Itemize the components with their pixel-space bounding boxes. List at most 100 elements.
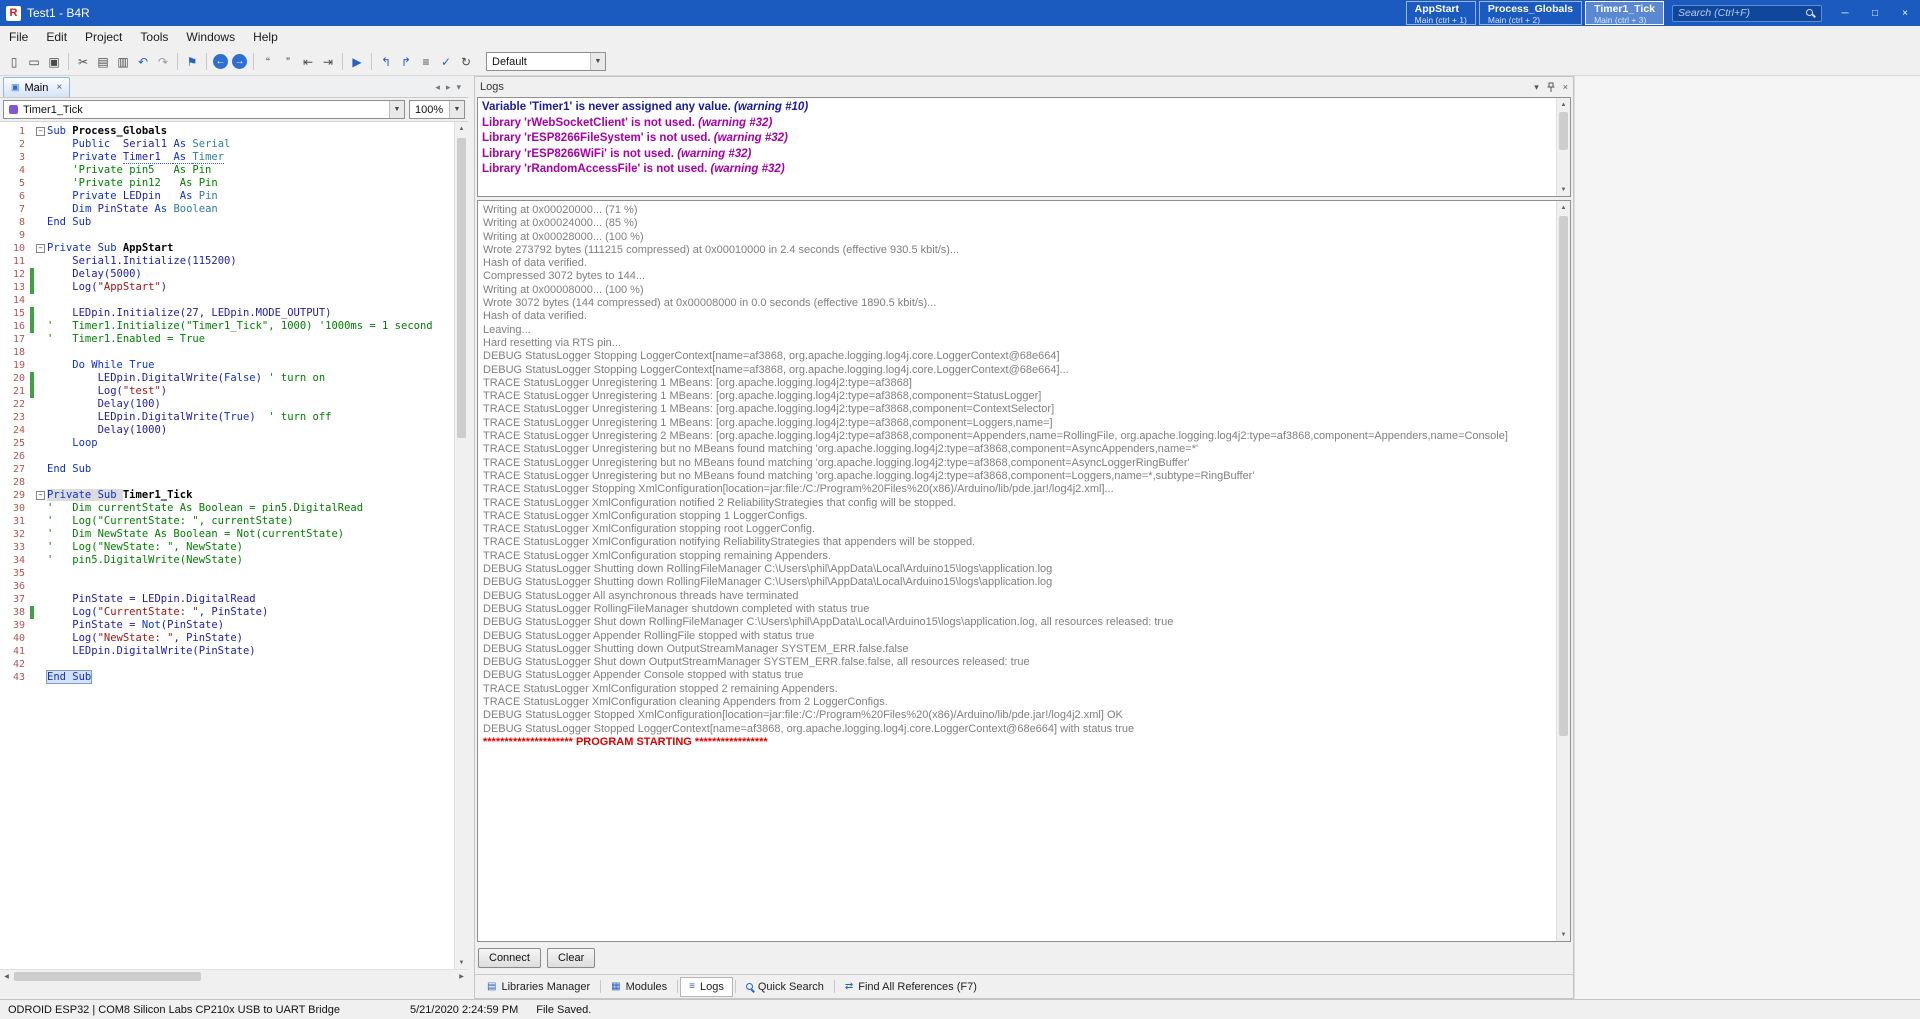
code-text[interactable]: ' Dim NewState As Boolean = Not(currentS… [47, 528, 344, 541]
chevron-down-icon[interactable]: ▾ [1534, 82, 1539, 93]
goto-previous-sub-icon[interactable]: ↰ [376, 52, 396, 72]
close-pane-icon[interactable]: × [1563, 82, 1568, 92]
compile-check-icon[interactable]: ✓ [436, 52, 456, 72]
scroll-up-icon[interactable]: ▲ [1557, 98, 1570, 111]
code-text[interactable]: Private Timer1 As Timer [47, 151, 225, 164]
log-output-scrollbar[interactable]: ▲ ▼ [1556, 201, 1570, 941]
member-navigator-select[interactable]: Timer1_Tick ▼ [3, 100, 405, 119]
code-text[interactable]: Log("test") [47, 385, 168, 398]
code-text[interactable]: End Sub [47, 463, 91, 476]
open-project-icon[interactable]: ▭ [24, 52, 44, 72]
menu-icon[interactable]: ≡ [416, 52, 436, 72]
menu-edit[interactable]: Edit [37, 26, 76, 48]
code-text[interactable]: LEDpin.DigitalWrite(True) ' turn off [47, 411, 332, 424]
tab-close-icon[interactable]: × [56, 82, 62, 93]
code-text[interactable]: Log("CurrentState: ", PinState) [47, 606, 268, 619]
connect-button[interactable]: Connect [478, 948, 541, 968]
log-output[interactable]: Writing at 0x00020000... (71 %) Writing a… [477, 200, 1571, 942]
search-input[interactable] [1672, 4, 1822, 22]
code-text[interactable]: ' Log("CurrentState: ", currentState) [47, 515, 294, 528]
warning-item[interactable]: Library 'rRandomAccessFile' is not used.… [482, 162, 1552, 178]
code-text[interactable]: ' Timer1.Initialize("Timer1_Tick", 1000)… [47, 320, 433, 333]
code-text[interactable]: 'Private pin5 As Pin [47, 164, 211, 177]
code-text[interactable]: Private Sub AppStart [47, 242, 173, 255]
close-button[interactable]: × [1890, 0, 1920, 26]
bottom-tab-logs[interactable]: ≡ Logs [680, 976, 733, 997]
bottom-tab-find-all-references-f7[interactable]: ⇄ Find All References (F7) [837, 977, 985, 997]
menu-file[interactable]: File [0, 26, 37, 48]
undo-icon[interactable]: ↶ [133, 52, 153, 72]
menu-tools[interactable]: Tools [131, 26, 177, 48]
paste-icon[interactable]: ▥ [113, 52, 133, 72]
quick-button-timer1-tick[interactable]: Timer1_Tick Main (ctrl + 3) [1585, 1, 1664, 25]
bookmark-icon[interactable]: ⚑ [182, 52, 202, 72]
warning-item[interactable]: Library 'rWebSocketClient' is not used. … [482, 116, 1552, 132]
tabs-scroll-left-icon[interactable]: ◂ [435, 82, 440, 93]
pin-icon[interactable] [1546, 82, 1556, 93]
indent-icon[interactable]: ⇥ [318, 52, 338, 72]
bottom-tab-libraries-manager[interactable]: ▤ Libraries Manager [479, 977, 598, 997]
tabs-scroll-right-icon[interactable]: ▸ [446, 82, 451, 93]
goto-next-sub-icon[interactable]: ↱ [396, 52, 416, 72]
scrollbar-thumb[interactable] [1559, 216, 1568, 736]
navigate-forward-icon[interactable]: → [232, 54, 247, 69]
code-text[interactable]: ' Dim currentState As Boolean = pin5.Dig… [47, 502, 363, 515]
run-icon[interactable]: ▶ [347, 52, 367, 72]
bottom-tab-quick-search[interactable]: Quick Search [738, 977, 832, 997]
menu-help[interactable]: Help [244, 26, 287, 48]
collapse-icon[interactable]: − [36, 244, 45, 253]
collapse-icon[interactable]: − [36, 491, 45, 500]
warnings-list[interactable]: Variable 'Timer1' is never assigned any … [477, 97, 1571, 197]
code-text[interactable]: Public Serial1 As Serial [47, 138, 230, 151]
warning-item[interactable]: Library 'rESP8266WiFi' is not used. (war… [482, 147, 1552, 163]
scrollbar-thumb[interactable] [14, 972, 202, 981]
code-text[interactable]: Serial1.Initialize(115200) [47, 255, 236, 268]
editor-horizontal-scrollbar[interactable]: ◀ ▶ [0, 969, 468, 983]
code-text[interactable]: Log("AppStart") [47, 281, 167, 294]
tab-main[interactable]: ▣ Main × [3, 77, 71, 97]
outdent-icon[interactable]: ⇤ [298, 52, 318, 72]
code-text[interactable]: End Sub [47, 216, 91, 229]
code-text[interactable]: Loop [47, 437, 97, 450]
code-text[interactable]: ' Log("NewState: ", NewState) [47, 541, 243, 554]
code-text[interactable]: 'Private pin12 As Pin [47, 177, 217, 190]
copy-icon[interactable]: ▤ [93, 52, 113, 72]
code-text[interactable]: LEDpin.Initialize(27, LEDpin.MODE_OUTPUT… [47, 307, 331, 320]
scrollbar-thumb[interactable] [1559, 112, 1568, 150]
code-text[interactable]: ' pin5.DigitalWrite(NewState) [47, 554, 243, 567]
code-text[interactable]: Dim PinState As Boolean [47, 203, 217, 216]
comment-icon[interactable]: “ [258, 52, 278, 72]
scrollbar-thumb[interactable] [457, 138, 466, 438]
save-icon[interactable]: ▣ [44, 52, 64, 72]
code-text[interactable]: Delay(5000) [47, 268, 142, 281]
code-text[interactable]: Private LEDpin As Pin [47, 190, 217, 203]
scroll-left-icon[interactable]: ◀ [0, 970, 13, 983]
code-text[interactable]: Sub Process_Globals [47, 125, 167, 138]
code-editor[interactable]: 1− Sub Process_Globals 2 Public Serial1 As… [0, 122, 468, 969]
scroll-down-icon[interactable]: ▼ [1557, 183, 1570, 196]
uncomment-icon[interactable]: ” [278, 52, 298, 72]
navigate-back-icon[interactable]: ← [213, 54, 228, 69]
code-text[interactable]: Delay(1000) [47, 424, 168, 437]
quick-button-process-globals[interactable]: Process_Globals Main (ctrl + 2) [1478, 1, 1583, 25]
menu-windows[interactable]: Windows [177, 26, 244, 48]
clear-button[interactable]: Clear [546, 948, 596, 968]
code-text[interactable]: Private Sub Timer1_Tick [47, 489, 192, 502]
code-text[interactable]: LEDpin.DigitalWrite(PinState) [47, 645, 255, 658]
code-text[interactable]: Do While True [47, 359, 154, 372]
code-text[interactable]: Log("NewState: ", PinState) [47, 632, 243, 645]
scroll-down-icon[interactable]: ▼ [1557, 928, 1570, 941]
warning-item[interactable]: Variable 'Timer1' is never assigned any … [482, 100, 1552, 116]
code-text[interactable]: LEDpin.DigitalWrite(False) ' turn on [47, 372, 326, 385]
build-configuration-select[interactable]: Default ▼ [486, 52, 606, 71]
warnings-scrollbar[interactable]: ▲ ▼ [1556, 98, 1570, 196]
new-file-icon[interactable]: ▯ [4, 52, 24, 72]
bottom-tab-modules[interactable]: ▦ Modules [603, 977, 675, 997]
code-text[interactable]: Delay(100) [47, 398, 161, 411]
code-text[interactable]: PinState = LEDpin.DigitalRead [47, 593, 255, 606]
tabs-list-icon[interactable]: ▾ [456, 82, 461, 93]
cut-icon[interactable]: ✂ [73, 52, 93, 72]
zoom-select[interactable]: 100% ▼ [409, 100, 465, 119]
maximize-button[interactable]: □ [1860, 0, 1890, 26]
scroll-down-icon[interactable]: ▼ [455, 956, 468, 969]
